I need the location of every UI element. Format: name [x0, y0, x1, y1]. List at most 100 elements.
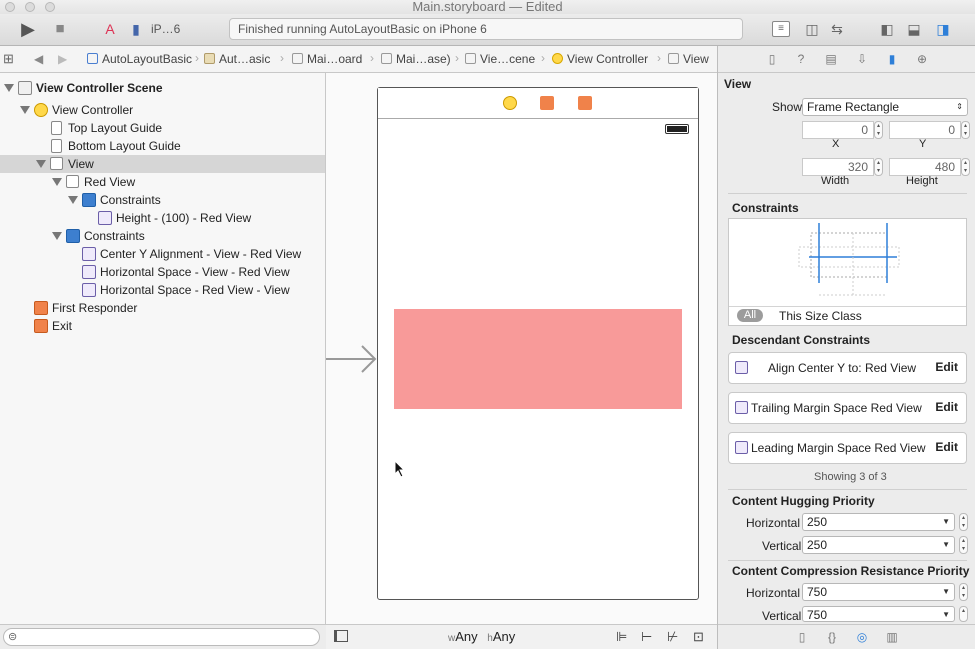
outline-item-height-constraint[interactable]: Height - (100) - Red View: [0, 209, 325, 227]
breadcrumb-storyboard[interactable]: Mai…oard: [292, 52, 362, 66]
hugging-horizontal-label: Horizontal: [746, 516, 801, 530]
storyboard-icon: [381, 53, 392, 64]
identity-inspector-icon[interactable]: ▤: [824, 52, 838, 66]
breadcrumb-separator: ›: [455, 51, 459, 65]
resolve-icon[interactable]: ⊬: [667, 629, 678, 645]
resistance-horizontal-field[interactable]: 750 ▼: [802, 583, 955, 601]
outline-item-red-view-constraints[interactable]: Constraints: [0, 191, 325, 209]
resistance-horizontal-stepper[interactable]: ▴ ▾: [959, 583, 968, 601]
app-target-icon[interactable]: A: [100, 20, 120, 38]
run-icon[interactable]: ▶: [18, 20, 38, 38]
quick-help-icon[interactable]: ?: [794, 52, 808, 66]
outline-item-red-view[interactable]: Red View: [0, 173, 325, 191]
disclosure-triangle-icon[interactable]: [36, 160, 46, 168]
outline-item-horizontal-space-2[interactable]: Horizontal Space - Red View - View: [0, 281, 325, 299]
y-field[interactable]: 0: [889, 121, 961, 139]
outline-item-center-y-constraint[interactable]: Center Y Alignment - View - Red View: [0, 245, 325, 263]
breadcrumb-group[interactable]: Aut…asic: [204, 52, 270, 66]
folder-icon: [204, 53, 215, 64]
size-inspector-icon[interactable]: ▮: [885, 52, 899, 66]
object-library-icon[interactable]: ◎: [855, 630, 869, 644]
disclosure-triangle-icon[interactable]: [52, 232, 62, 240]
edit-button[interactable]: Edit: [935, 440, 958, 454]
constraint-row[interactable]: Trailing Margin Space Red View Edit: [728, 392, 967, 424]
breadcrumb-view[interactable]: View: [668, 52, 709, 66]
assistant-editor-icon[interactable]: ◫: [802, 20, 822, 38]
outline-item-exit[interactable]: Exit: [0, 317, 325, 335]
resizing-icon[interactable]: ⊡: [693, 629, 704, 645]
breadcrumb-label: Mai…oard: [307, 52, 363, 66]
outline-item-view-controller[interactable]: View Controller: [0, 101, 325, 119]
pin-icon[interactable]: ⊢: [641, 629, 652, 645]
outline-item-scene[interactable]: View Controller Scene: [0, 79, 325, 97]
height-stepper[interactable]: ▴ ▾: [961, 158, 970, 176]
outline-item-first-responder[interactable]: First Responder: [0, 299, 325, 317]
storyboard-canvas[interactable]: [326, 73, 717, 624]
breadcrumb-project[interactable]: AutoLayoutBasic: [87, 52, 192, 66]
outline-filter-field[interactable]: ⊜: [3, 628, 320, 646]
navigator-toggle-icon[interactable]: ◧: [877, 20, 897, 38]
breadcrumb-label: Aut…asic: [219, 52, 271, 66]
disclosure-triangle-icon[interactable]: [52, 178, 62, 186]
outline-label: Top Layout Guide: [68, 121, 163, 135]
x-field[interactable]: 0: [802, 121, 874, 139]
width-field[interactable]: 320: [802, 158, 874, 176]
attributes-inspector-icon[interactable]: ⇩: [855, 52, 869, 66]
exit-icon[interactable]: [578, 96, 592, 110]
outline-toggle-icon[interactable]: [334, 630, 348, 642]
size-class-label[interactable]: This Size Class: [779, 309, 862, 323]
outline-item-view-constraints[interactable]: Constraints: [0, 227, 325, 245]
first-responder-icon[interactable]: [540, 96, 554, 110]
size-class-control[interactable]: wAny hAny: [448, 629, 515, 644]
x-stepper[interactable]: ▴ ▾: [874, 121, 883, 139]
hugging-horizontal-field[interactable]: 250 ▼: [802, 513, 955, 531]
initial-view-controller-arrow-icon: [326, 345, 377, 373]
y-stepper[interactable]: ▴ ▾: [961, 121, 970, 139]
hugging-vertical-field[interactable]: 250 ▼: [802, 536, 955, 554]
library-tabs: ▯ {} ◎ ▥: [718, 624, 975, 649]
code-snippet-library-icon[interactable]: {}: [825, 630, 839, 644]
hugging-horizontal-stepper[interactable]: ▴ ▾: [959, 513, 968, 531]
outline-item-view[interactable]: View: [0, 155, 325, 173]
file-template-library-icon[interactable]: ▯: [795, 630, 809, 644]
breadcrumb-scene[interactable]: Vie…cene: [465, 52, 535, 66]
device-icon[interactable]: ▮: [130, 20, 142, 38]
constraint-row[interactable]: Leading Margin Space Red View Edit: [728, 432, 967, 464]
edit-button[interactable]: Edit: [935, 360, 958, 374]
debug-area-toggle-icon[interactable]: ⬓: [904, 20, 924, 38]
outline-item-horizontal-space-1[interactable]: Horizontal Space - View - Red View: [0, 263, 325, 281]
hugging-vertical-stepper[interactable]: ▴ ▾: [959, 536, 968, 554]
breadcrumb-base[interactable]: Mai…ase): [381, 52, 451, 66]
resistance-vertical-field[interactable]: 750 ▼: [802, 606, 955, 622]
connections-inspector-icon[interactable]: ⊕: [915, 52, 929, 66]
view-controller-icon[interactable]: [503, 96, 517, 110]
file-inspector-icon[interactable]: ▯: [765, 52, 779, 66]
standard-editor-icon[interactable]: ≡: [772, 21, 790, 37]
related-items-icon[interactable]: ⊞: [3, 51, 14, 67]
scheme-device-label[interactable]: iP…6: [151, 22, 180, 36]
edit-button[interactable]: Edit: [935, 400, 958, 414]
outline-label: Horizontal Space - Red View - View: [100, 283, 290, 297]
breadcrumb-view-controller[interactable]: View Controller: [552, 52, 648, 66]
version-editor-icon[interactable]: ⇆: [827, 20, 847, 38]
forward-icon[interactable]: ▶: [58, 52, 67, 66]
disclosure-triangle-icon[interactable]: [68, 196, 78, 204]
red-view[interactable]: [394, 309, 682, 409]
constraints-diagram: All This Size Class: [728, 218, 967, 326]
view-controller-scene[interactable]: [377, 87, 699, 600]
resistance-vertical-stepper[interactable]: ▴: [959, 606, 968, 622]
disclosure-triangle-icon[interactable]: [20, 106, 30, 114]
align-icon[interactable]: ⊫: [616, 629, 627, 645]
show-popup[interactable]: Frame Rectangle ⇕: [802, 98, 968, 116]
back-icon[interactable]: ◀: [34, 52, 43, 66]
height-field[interactable]: 480: [889, 158, 961, 176]
disclosure-triangle-icon[interactable]: [4, 84, 14, 92]
width-stepper[interactable]: ▴ ▾: [874, 158, 883, 176]
utilities-toggle-icon[interactable]: ◨: [933, 20, 953, 38]
all-size-classes-button[interactable]: All: [737, 309, 763, 322]
media-library-icon[interactable]: ▥: [885, 630, 899, 644]
outline-item-bottom-layout-guide[interactable]: Bottom Layout Guide: [0, 137, 325, 155]
constraint-row[interactable]: Align Center Y to: Red View Edit: [728, 352, 967, 384]
stop-icon[interactable]: ■: [50, 20, 70, 38]
outline-item-top-layout-guide[interactable]: Top Layout Guide: [0, 119, 325, 137]
